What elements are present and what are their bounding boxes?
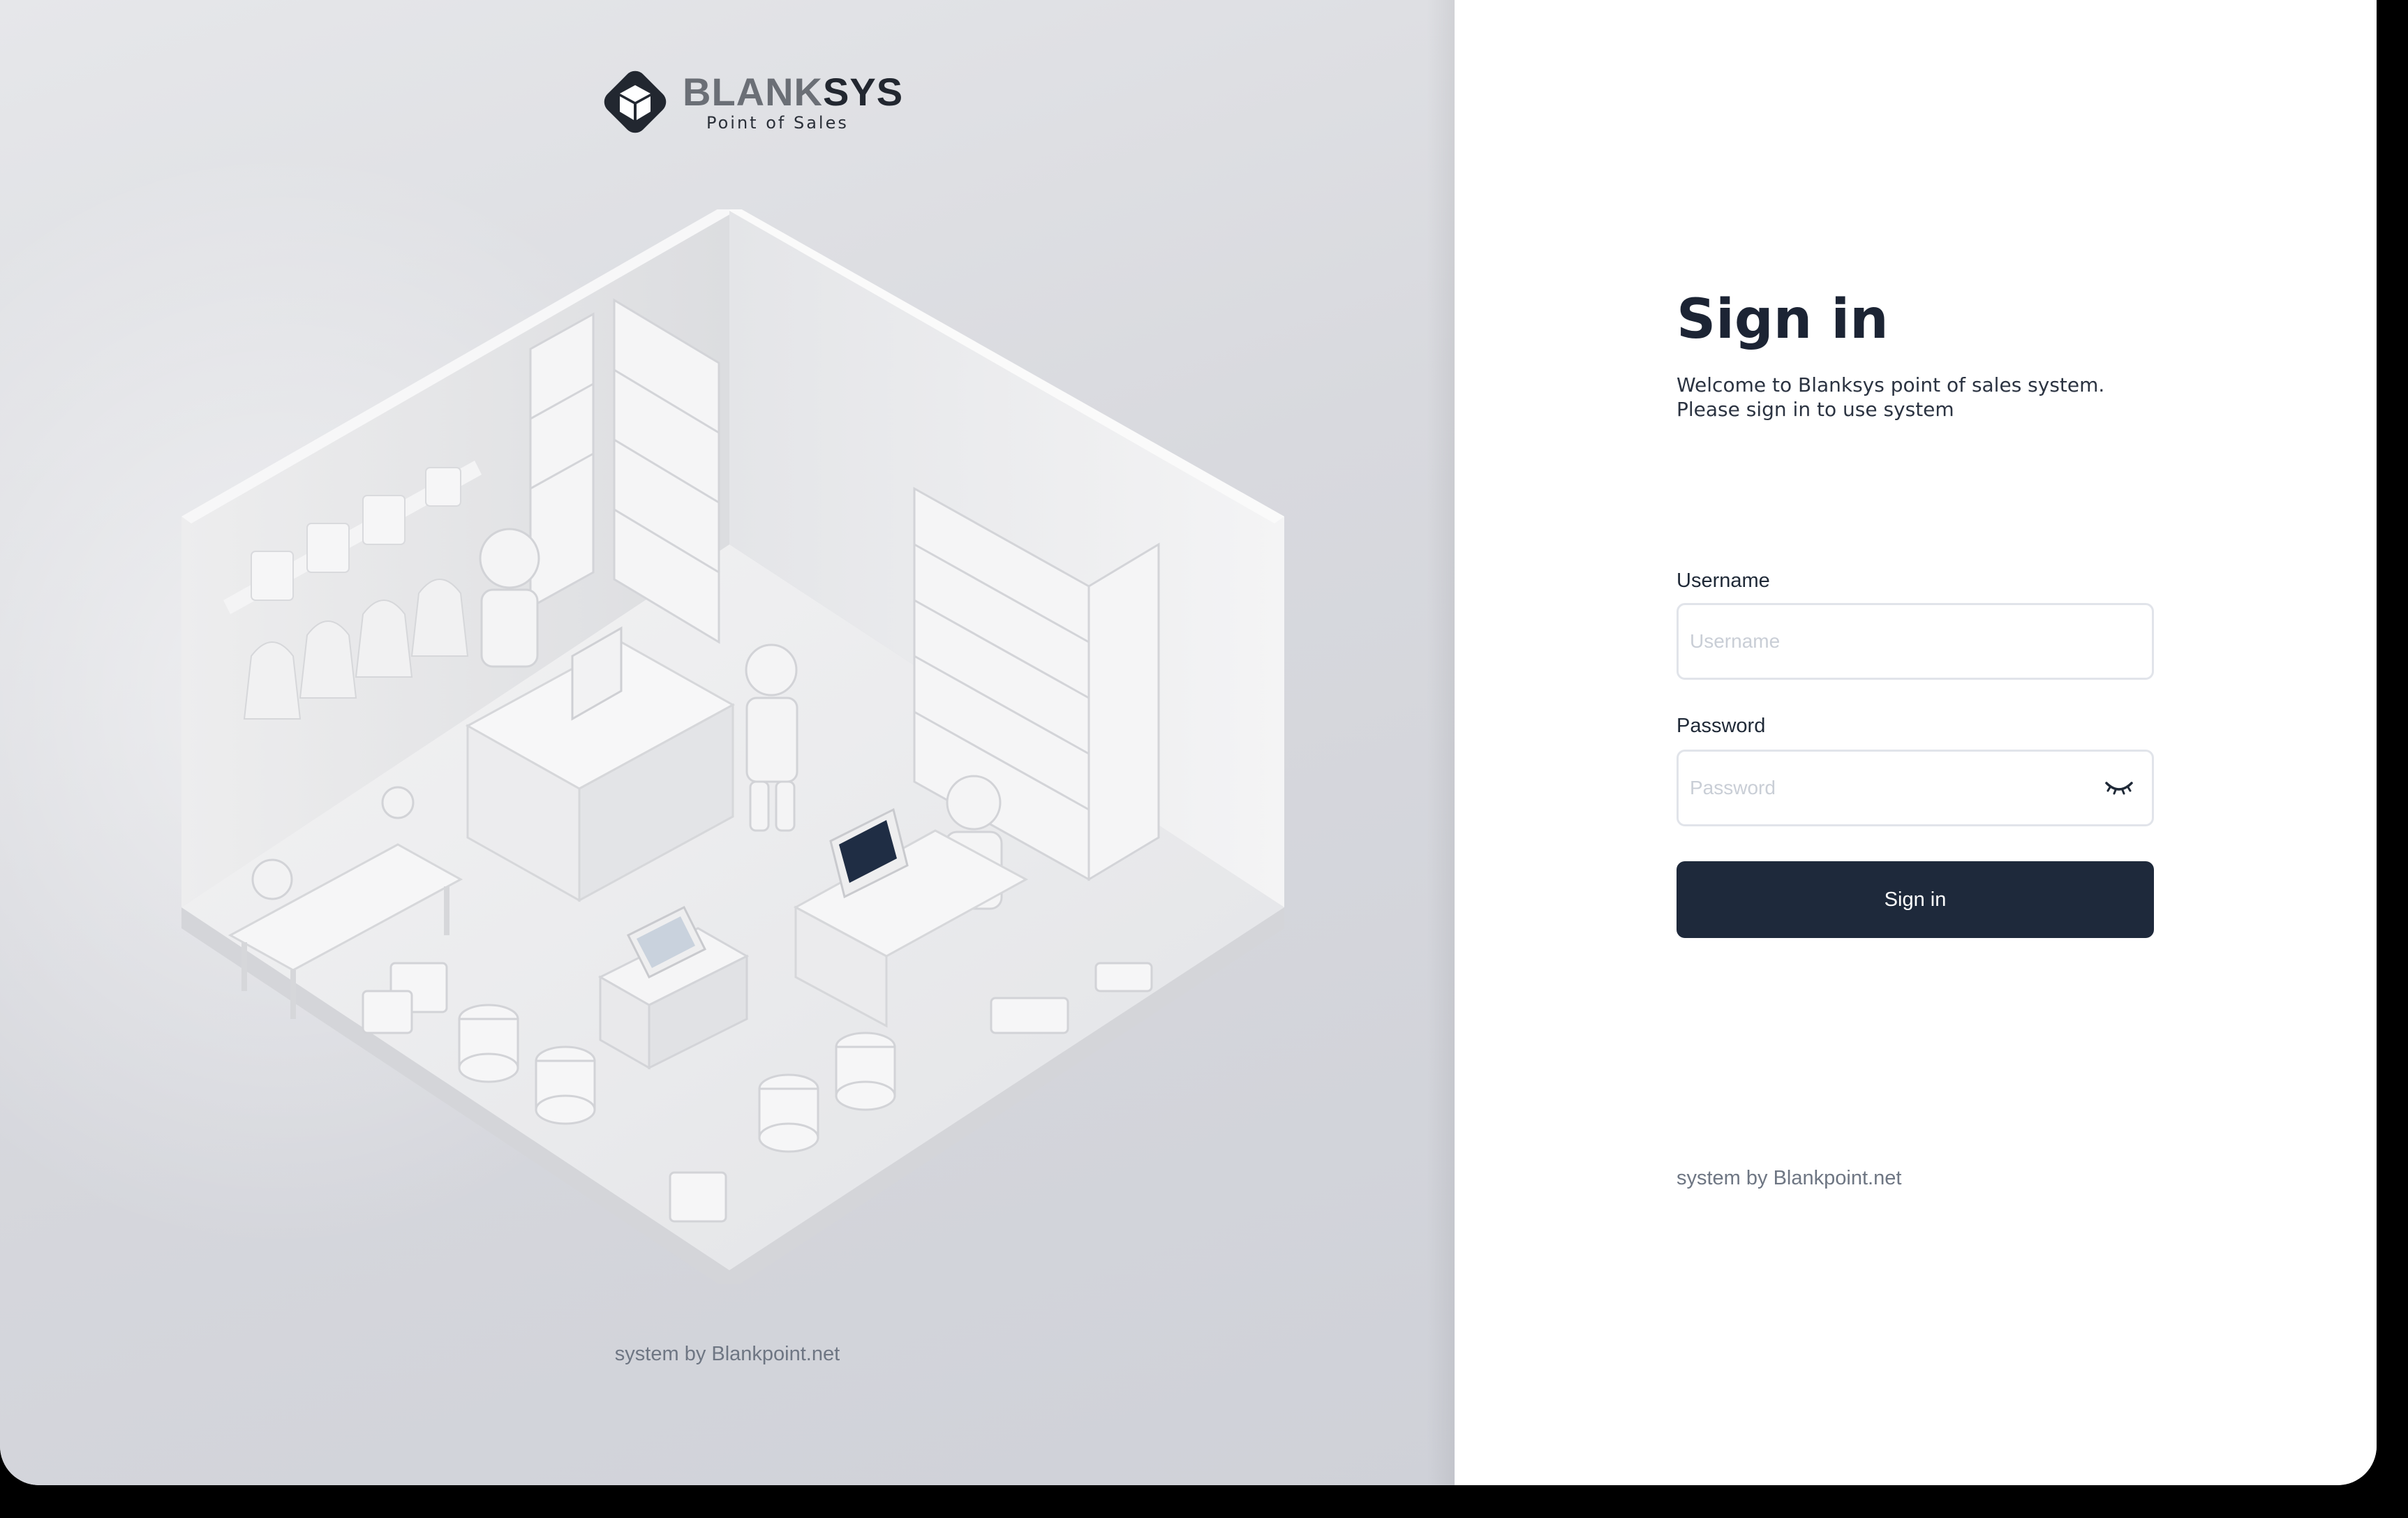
signin-panel: Sign in Welcome to Blanksys point of sal… (1455, 0, 2377, 1485)
brand-logo: BLANKSYS Point of Sales (597, 64, 903, 140)
cube-logo-icon (604, 70, 667, 133)
username-field-box (1677, 603, 2154, 680)
illustration-panel: BLANKSYS Point of Sales system by Blankp… (0, 0, 1455, 1485)
eye-closed-icon[interactable] (2104, 777, 2134, 798)
brand-text: BLANKSYS Point of Sales (683, 73, 903, 133)
password-input[interactable] (1679, 752, 2081, 824)
password-field-box (1677, 750, 2154, 826)
signin-form: Sign in Welcome to Blanksys point of sal… (1677, 285, 2154, 938)
brand-name: BLANKSYS (683, 73, 903, 112)
brand-tagline: Point of Sales (706, 113, 849, 133)
page-subtitle: Welcome to Blanksys point of sales syste… (1677, 373, 2105, 421)
isometric-store-illustration (181, 209, 1284, 1284)
page-title: Sign in (1677, 288, 1889, 351)
username-label: Username (1677, 570, 1770, 592)
app-window: BLANKSYS Point of Sales system by Blankp… (0, 0, 2377, 1485)
username-input[interactable] (1679, 605, 2081, 678)
brand-name-part2: SYS (822, 70, 904, 114)
password-label: Password (1677, 715, 1766, 737)
right-footer-credit: system by Blankpoint.net (1677, 1167, 1902, 1189)
signin-button[interactable]: Sign in (1677, 861, 2154, 938)
left-footer-credit: system by Blankpoint.net (614, 1343, 840, 1365)
brand-name-part1: BLANK (683, 70, 823, 114)
